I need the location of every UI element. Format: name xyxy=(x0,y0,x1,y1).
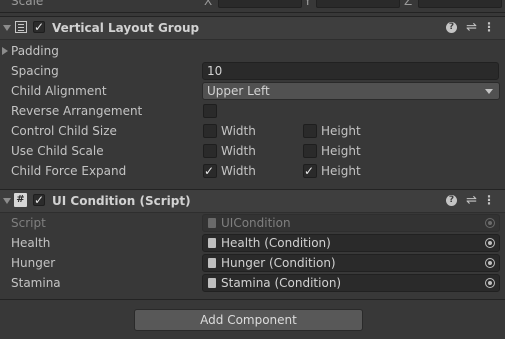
scale-z-label: Z xyxy=(404,0,413,8)
use-child-scale-width-checkbox[interactable] xyxy=(203,144,217,158)
component-enable-checkbox[interactable]: ✓ xyxy=(33,21,45,33)
component-enable-checkbox[interactable]: ✓ xyxy=(33,194,45,206)
foldout-arrow-icon[interactable] xyxy=(3,198,11,204)
hunger-value: Hunger (Condition) xyxy=(221,256,336,270)
health-value: Health (Condition) xyxy=(221,236,331,250)
width-label: Width xyxy=(221,124,256,138)
checkmark-icon: ✓ xyxy=(34,193,45,207)
script-hash-icon: # xyxy=(14,193,27,207)
stamina-field[interactable]: Stamina (Condition) xyxy=(202,274,500,292)
control-child-size-width-checkbox[interactable] xyxy=(203,124,217,138)
checkmark-icon: ✓ xyxy=(304,164,315,178)
checkmark-icon: ✓ xyxy=(204,164,215,178)
scale-x-label: X xyxy=(204,0,213,8)
scale-y-field[interactable] xyxy=(316,0,400,8)
object-picker-icon[interactable] xyxy=(485,238,495,248)
dropdown-arrow-icon xyxy=(485,89,493,94)
object-picker-icon xyxy=(485,218,495,228)
scale-label: Scale xyxy=(11,0,44,8)
ui-condition-header[interactable]: # ✓ UI Condition (Script) ? ⇌ ⋮ xyxy=(0,189,505,213)
stamina-value: Stamina (Condition) xyxy=(221,276,342,290)
child-alignment-dropdown[interactable]: Upper Left xyxy=(202,82,500,100)
height-label: Height xyxy=(321,124,361,138)
component-title: Vertical Layout Group xyxy=(52,21,200,35)
transform-scale-row: Scale X Y Z xyxy=(0,0,505,13)
reverse-arrangement-checkbox[interactable] xyxy=(203,104,217,118)
add-component-button[interactable]: Add Component xyxy=(134,309,363,331)
object-picker-icon[interactable] xyxy=(485,278,495,288)
hunger-field[interactable]: Hunger (Condition) xyxy=(202,254,500,272)
help-icon[interactable]: ? xyxy=(446,22,457,33)
presets-icon[interactable]: ⇌ xyxy=(466,20,477,35)
scale-z-field[interactable] xyxy=(418,0,502,8)
prefab-icon xyxy=(208,238,216,248)
height-label: Height xyxy=(321,144,361,158)
spacing-input[interactable]: 10 xyxy=(202,62,499,80)
presets-icon[interactable]: ⇌ xyxy=(466,193,477,208)
context-menu-icon[interactable]: ⋮ xyxy=(483,20,495,34)
use-child-scale-label: Use Child Scale xyxy=(11,144,104,158)
section-divider xyxy=(0,299,505,300)
stamina-label: Stamina xyxy=(11,276,61,290)
spacing-label: Spacing xyxy=(11,64,59,78)
foldout-arrow-icon[interactable] xyxy=(3,25,11,31)
checkmark-icon: ✓ xyxy=(34,20,45,34)
vertical-layout-icon xyxy=(15,21,27,33)
script-value: UICondition xyxy=(221,216,291,230)
scale-y-label: Y xyxy=(304,0,312,8)
scale-x-field[interactable] xyxy=(218,0,302,8)
child-force-expand-height-checkbox[interactable]: ✓ xyxy=(303,164,317,178)
vertical-layout-group-header[interactable]: ✓ Vertical Layout Group ? ⇌ ⋮ xyxy=(0,16,505,40)
width-label: Width xyxy=(221,144,256,158)
prefab-icon xyxy=(208,278,216,288)
health-label: Health xyxy=(11,236,51,250)
width-label: Width xyxy=(221,164,256,178)
child-force-expand-width-checkbox[interactable]: ✓ xyxy=(203,164,217,178)
reverse-arrangement-label: Reverse Arrangement xyxy=(11,104,143,118)
control-child-size-label: Control Child Size xyxy=(11,124,117,138)
use-child-scale-height-checkbox[interactable] xyxy=(303,144,317,158)
child-force-expand-label: Child Force Expand xyxy=(11,164,127,178)
child-alignment-label: Child Alignment xyxy=(11,84,107,98)
help-icon[interactable]: ? xyxy=(446,195,457,206)
component-title: UI Condition (Script) xyxy=(52,194,191,208)
script-field: UICondition xyxy=(202,214,500,232)
context-menu-icon[interactable]: ⋮ xyxy=(483,193,495,207)
control-child-size-height-checkbox[interactable] xyxy=(303,124,317,138)
padding-label[interactable]: Padding xyxy=(11,44,59,58)
hunger-label: Hunger xyxy=(11,256,56,270)
health-field[interactable]: Health (Condition) xyxy=(202,234,500,252)
script-file-icon xyxy=(208,218,216,228)
child-alignment-value: Upper Left xyxy=(207,84,270,98)
padding-foldout-icon[interactable] xyxy=(2,47,8,55)
prefab-icon xyxy=(208,258,216,268)
object-picker-icon[interactable] xyxy=(485,258,495,268)
height-label: Height xyxy=(321,164,361,178)
script-label: Script xyxy=(11,216,46,230)
